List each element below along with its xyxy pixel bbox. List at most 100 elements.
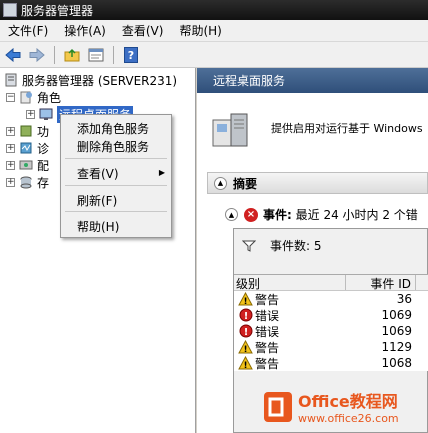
diagnostics-icon	[19, 141, 33, 155]
features-icon	[19, 124, 33, 138]
role-description: 提供启用对运行基于 Windows	[271, 122, 423, 135]
svg-text:!: !	[243, 311, 248, 322]
menu-separator	[65, 185, 167, 186]
event-id: 1129	[381, 340, 412, 354]
context-refresh[interactable]: 刷新(F)	[77, 192, 117, 209]
warning-icon: !	[238, 356, 253, 370]
table-row[interactable]: ! 警告 1129	[234, 339, 428, 355]
title-bar: 服务器管理器	[0, 0, 428, 20]
svg-text:!: !	[243, 345, 247, 354]
menu-help[interactable]: 帮助(H)	[171, 22, 229, 39]
event-id: 1068	[381, 356, 412, 370]
context-add-role-services[interactable]: 添加角色服务	[77, 120, 149, 137]
menu-view[interactable]: 查看(V)	[114, 22, 172, 39]
context-view[interactable]: 查看(V)	[77, 165, 119, 182]
tree-features-label: 功	[37, 124, 50, 139]
tree-item-configuration[interactable]: + 配	[6, 157, 49, 173]
server-manager-app-icon	[3, 3, 17, 17]
context-help[interactable]: 帮助(H)	[77, 218, 119, 235]
summary-title: 摘要	[233, 176, 258, 191]
back-icon[interactable]	[4, 46, 22, 64]
svg-text:!: !	[243, 327, 248, 338]
event-count: 事件数: 5	[270, 239, 322, 253]
menu-file[interactable]: 文件(F)	[0, 22, 56, 39]
remote-desktop-icon	[39, 107, 53, 121]
event-id: 36	[396, 292, 412, 306]
storage-icon	[19, 175, 33, 189]
events-summary-text: 最近 24 小时内 2 个错	[295, 208, 418, 222]
watermark-url: www.office26.com	[298, 412, 399, 425]
event-id: 1069	[381, 324, 412, 338]
toolbar-separator	[113, 45, 114, 64]
expand-toggle[interactable]: +	[6, 177, 15, 187]
event-level: 错误	[255, 324, 280, 339]
window-title: 服务器管理器	[21, 3, 94, 18]
expand-toggle[interactable]: +	[26, 109, 35, 119]
event-level: 警告	[255, 356, 280, 371]
configuration-icon	[19, 158, 33, 172]
menu-separator	[65, 211, 167, 212]
event-level: 错误	[255, 308, 280, 323]
tree-storage-label: 存	[37, 175, 50, 190]
tree-item-roles[interactable]: − 角色	[6, 89, 61, 105]
column-header-level[interactable]: 级别	[234, 275, 346, 291]
events-table: 级别 事件 ID ! 警告 36 ! 错误 1069 ! 错误 1069 ! 警告 11…	[234, 274, 428, 371]
menu-action[interactable]: 操作(A)	[56, 22, 114, 39]
roles-icon	[19, 90, 33, 104]
tree-item-diagnostics[interactable]: + 诊	[6, 140, 49, 156]
tree-root-server-manager[interactable]: 服务器管理器 (SERVER231)	[4, 72, 177, 88]
expand-toggle[interactable]: +	[6, 143, 15, 153]
table-row[interactable]: ! 错误 1069	[234, 307, 428, 323]
context-remove-role-services[interactable]: 删除角色服务	[77, 138, 149, 155]
properties-icon[interactable]	[87, 46, 105, 64]
context-menu: 添加角色服务 删除角色服务 查看(V) ▶ 刷新(F) 帮助(H)	[60, 114, 172, 238]
toolbar: ?	[0, 42, 428, 68]
server-manager-icon	[4, 73, 18, 87]
folder-up-icon[interactable]	[63, 46, 81, 64]
event-filter[interactable]: 事件数: 5	[242, 237, 322, 254]
expand-toggle[interactable]: +	[6, 126, 15, 136]
tree-item-features[interactable]: + 功	[6, 123, 49, 139]
table-row[interactable]: ! 警告 1068	[234, 355, 428, 371]
tree-diagnostics-label: 诊	[37, 141, 50, 156]
collapse-up-icon[interactable]: ▲	[225, 208, 238, 221]
summary-section-header[interactable]: ▲ 摘要	[207, 172, 428, 194]
column-header-event-id[interactable]: 事件 ID	[346, 275, 416, 291]
watermark: Office教程网 www.office26.com	[264, 380, 428, 433]
tree-configuration-label: 配	[37, 158, 50, 173]
tree-item-storage[interactable]: + 存	[6, 174, 49, 190]
forward-icon[interactable]	[28, 46, 46, 64]
event-id: 1069	[381, 308, 412, 322]
svg-text:!: !	[243, 361, 247, 370]
error-icon: !	[238, 324, 253, 338]
office-logo-icon	[264, 391, 292, 422]
tree-root-label: 服务器管理器 (SERVER231)	[22, 73, 178, 88]
collapse-up-icon[interactable]: ▲	[214, 176, 227, 190]
events-label: 事件:	[263, 208, 292, 222]
details-pane: 远程桌面服务 提供启用对运行基于 Windows ▲ 摘要 ▲ × 事件: 最近…	[197, 68, 428, 433]
error-icon: ×	[244, 207, 258, 222]
expand-toggle[interactable]: +	[6, 160, 15, 170]
svg-text:?: ?	[128, 49, 134, 62]
events-header: ▲ × 事件: 最近 24 小时内 2 个错	[225, 206, 418, 223]
server-icon	[211, 110, 251, 154]
pane-header: 远程桌面服务	[197, 68, 428, 93]
menu-bar: 文件(F) 操作(A) 查看(V) 帮助(H)	[0, 20, 428, 42]
collapse-toggle[interactable]: −	[6, 92, 15, 102]
submenu-arrow-icon: ▶	[158, 168, 165, 177]
error-icon: !	[238, 308, 253, 322]
warning-icon: !	[238, 340, 253, 354]
help-icon[interactable]: ?	[122, 46, 140, 64]
event-level: 警告	[255, 340, 280, 355]
toolbar-separator	[54, 45, 55, 64]
filter-icon	[242, 240, 256, 252]
tree-roles-label: 角色	[37, 90, 62, 105]
table-row[interactable]: ! 错误 1069	[234, 323, 428, 339]
event-level: 警告	[255, 292, 280, 307]
warning-icon: !	[238, 292, 253, 306]
menu-separator	[65, 158, 167, 159]
svg-text:!: !	[243, 297, 247, 306]
table-header: 级别 事件 ID	[234, 275, 428, 291]
watermark-brand: Office教程网	[298, 392, 398, 411]
table-row[interactable]: ! 警告 36	[234, 291, 428, 307]
